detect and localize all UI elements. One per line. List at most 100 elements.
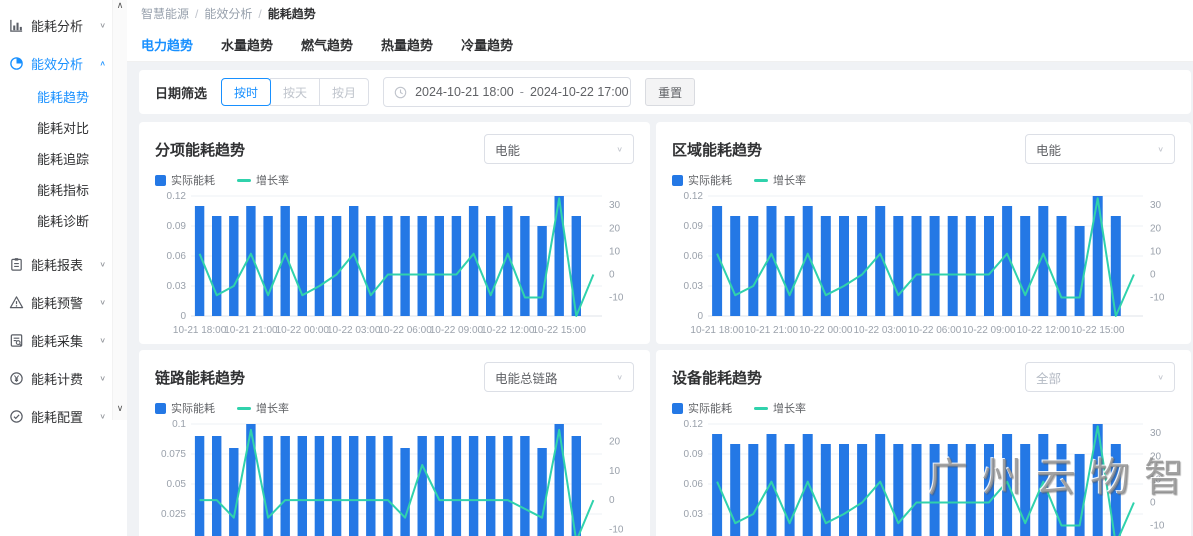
chart-svg: 00.0250.050.0750.120100-1010-21 18:0010-… bbox=[155, 418, 634, 536]
svg-text:0: 0 bbox=[697, 311, 703, 322]
legend-label: 实际能耗 bbox=[171, 400, 215, 416]
breadcrumb-separator: / bbox=[258, 7, 261, 21]
svg-text:10-21 21:00: 10-21 21:00 bbox=[224, 325, 278, 336]
svg-text:30: 30 bbox=[1150, 428, 1162, 439]
clock-icon bbox=[394, 86, 407, 99]
chart-select[interactable]: 电能总链路 ∨ bbox=[484, 362, 634, 392]
sidebar-scrollbar[interactable]: ∧ ∨ bbox=[112, 0, 127, 420]
date-start-value[interactable]: 2024-10-21 18:00 bbox=[415, 85, 514, 99]
chart-legend: 实际能耗 增长率 bbox=[672, 172, 1175, 188]
sidebar-item-efficiency-analysis[interactable]: 能效分析 ∧ bbox=[0, 44, 112, 82]
chart-select[interactable]: 电能 ∨ bbox=[1025, 134, 1175, 164]
date-end-value[interactable]: 2024-10-22 17:00 bbox=[530, 85, 629, 99]
svg-text:0: 0 bbox=[609, 495, 615, 506]
tab-gas-trend[interactable]: 燃气趋势 bbox=[301, 31, 353, 58]
date-filter-label: 日期筛选 bbox=[155, 83, 207, 102]
chart-canvas-link: 00.0250.050.0750.120100-1010-21 18:0010-… bbox=[155, 418, 634, 536]
legend-label: 实际能耗 bbox=[688, 172, 732, 188]
sidebar-item-energy-billing[interactable]: 能耗计费 ∨ bbox=[0, 359, 112, 397]
chevron-down-icon: ∨ bbox=[99, 412, 106, 421]
svg-text:10-22 03:00: 10-22 03:00 bbox=[327, 325, 381, 336]
svg-text:30: 30 bbox=[1150, 200, 1162, 211]
svg-text:0.03: 0.03 bbox=[167, 281, 187, 292]
collect-icon bbox=[8, 332, 24, 348]
legend-bar-swatch bbox=[155, 403, 166, 414]
legend-bar-swatch bbox=[672, 175, 683, 186]
mode-by-hour-button[interactable]: 按时 bbox=[221, 78, 271, 106]
sidebar-item-energy-compare[interactable]: 能耗对比 bbox=[0, 113, 112, 144]
legend-item-actual[interactable]: 实际能耗 bbox=[672, 172, 732, 188]
tab-cooling-trend[interactable]: 冷量趋势 bbox=[461, 31, 513, 58]
svg-text:0.03: 0.03 bbox=[684, 509, 704, 520]
chart-select-value: 全部 bbox=[1036, 368, 1061, 387]
sidebar-item-energy-report[interactable]: 能耗报表 ∨ bbox=[0, 245, 112, 283]
chart-select-value: 电能 bbox=[1036, 140, 1061, 159]
chart-canvas-device: 00.030.060.090.123020100-1010-21 18:0010… bbox=[672, 418, 1175, 536]
legend-item-growth[interactable]: 增长率 bbox=[754, 400, 806, 416]
svg-text:10-22 15:00: 10-22 15:00 bbox=[533, 325, 587, 336]
chart-title: 链路能耗趋势 bbox=[155, 367, 245, 388]
svg-text:0: 0 bbox=[1150, 498, 1156, 509]
chevron-down-icon: ∨ bbox=[99, 374, 106, 383]
svg-text:0.12: 0.12 bbox=[684, 191, 704, 202]
legend-item-growth[interactable]: 增长率 bbox=[754, 172, 806, 188]
svg-text:20: 20 bbox=[1150, 451, 1162, 462]
mode-by-day-button[interactable]: 按天 bbox=[270, 78, 320, 106]
main-content: 智慧能源 / 能效分析 / 能耗趋势 电力趋势 水量趋势 燃气趋势 热量趋势 冷… bbox=[127, 0, 1193, 536]
tab-heat-trend[interactable]: 热量趋势 bbox=[381, 31, 433, 58]
scroll-up-icon[interactable]: ∧ bbox=[113, 0, 127, 11]
chart-panel-link: 链路能耗趋势 电能总链路 ∨ 实际能耗 增长率 00.0250.050.0750… bbox=[139, 350, 650, 536]
svg-text:0.12: 0.12 bbox=[684, 419, 704, 430]
svg-text:10-22 00:00: 10-22 00:00 bbox=[276, 325, 330, 336]
sidebar-item-energy-trend[interactable]: 能耗趋势 bbox=[0, 82, 112, 113]
sidebar-item-energy-collect[interactable]: 能耗采集 ∨ bbox=[0, 321, 112, 359]
sidebar-item-energy-diagnosis[interactable]: 能耗诊断 bbox=[0, 206, 112, 237]
svg-text:10-22 12:00: 10-22 12:00 bbox=[481, 325, 535, 336]
chart-select-value: 电能 bbox=[495, 140, 520, 159]
sidebar-item-energy-indicator[interactable]: 能耗指标 bbox=[0, 175, 112, 206]
chart-panel-region: 区域能耗趋势 电能 ∨ 实际能耗 增长率 00.030.060.090.1230… bbox=[656, 122, 1191, 344]
mode-by-month-button[interactable]: 按月 bbox=[319, 78, 369, 106]
svg-text:10-22 03:00: 10-22 03:00 bbox=[854, 325, 908, 336]
legend-item-growth[interactable]: 增长率 bbox=[237, 172, 289, 188]
page-content: 日期筛选 按时 按天 按月 2024-10-21 18:00 - 2024-10… bbox=[127, 62, 1193, 536]
date-range-input[interactable]: 2024-10-21 18:00 - 2024-10-22 17:00 bbox=[383, 77, 631, 107]
sidebar-item-energy-analysis[interactable]: 能耗分析 ∨ bbox=[0, 6, 112, 44]
breadcrumb-item[interactable]: 能效分析 bbox=[204, 5, 252, 22]
sidebar-item-energy-warning[interactable]: 能耗预警 ∨ bbox=[0, 283, 112, 321]
breadcrumb-separator: / bbox=[195, 7, 198, 21]
legend-item-actual[interactable]: 实际能耗 bbox=[155, 172, 215, 188]
chart-title: 设备能耗趋势 bbox=[672, 367, 762, 388]
svg-text:10-22 06:00: 10-22 06:00 bbox=[378, 325, 432, 336]
sidebar-item-energy-trace[interactable]: 能耗追踪 bbox=[0, 144, 112, 175]
svg-text:0.09: 0.09 bbox=[167, 221, 187, 232]
svg-text:10-22 15:00: 10-22 15:00 bbox=[1071, 325, 1125, 336]
tab-water-trend[interactable]: 水量趋势 bbox=[221, 31, 273, 58]
chevron-down-icon: ∨ bbox=[1157, 373, 1164, 382]
sidebar-item-energy-config[interactable]: 能耗配置 ∨ bbox=[0, 397, 112, 435]
tab-electric-trend[interactable]: 电力趋势 bbox=[141, 31, 193, 58]
svg-text:0.09: 0.09 bbox=[684, 221, 704, 232]
svg-text:0.05: 0.05 bbox=[167, 479, 187, 490]
legend-label: 实际能耗 bbox=[688, 400, 732, 416]
scroll-down-icon[interactable]: ∨ bbox=[113, 403, 127, 414]
chevron-up-icon: ∧ bbox=[99, 59, 106, 68]
legend-item-actual[interactable]: 实际能耗 bbox=[155, 400, 215, 416]
legend-line-swatch bbox=[754, 407, 768, 410]
svg-text:0.1: 0.1 bbox=[172, 419, 186, 430]
chevron-down-icon: ∨ bbox=[99, 21, 106, 30]
sidebar-submenu: 能耗趋势 能耗对比 能耗追踪 能耗指标 能耗诊断 bbox=[0, 82, 112, 237]
legend-bar-swatch bbox=[672, 403, 683, 414]
legend-item-growth[interactable]: 增长率 bbox=[237, 400, 289, 416]
chart-select[interactable]: 全部 ∨ bbox=[1025, 362, 1175, 392]
svg-text:0.06: 0.06 bbox=[684, 479, 704, 490]
chart-panel-device: 设备能耗趋势 全部 ∨ 实际能耗 增长率 00.030.060.090.1230… bbox=[656, 350, 1191, 536]
svg-text:10-22 06:00: 10-22 06:00 bbox=[908, 325, 962, 336]
svg-text:0: 0 bbox=[609, 270, 615, 281]
legend-item-actual[interactable]: 实际能耗 bbox=[672, 400, 732, 416]
breadcrumb-item[interactable]: 智慧能源 bbox=[141, 5, 189, 22]
chart-select[interactable]: 电能 ∨ bbox=[484, 134, 634, 164]
reset-button[interactable]: 重置 bbox=[645, 78, 695, 106]
chart-canvas-subitem: 00.030.060.090.123020100-1010-21 18:0010… bbox=[155, 190, 634, 340]
chart-canvas-region: 00.030.060.090.123020100-1010-21 18:0010… bbox=[672, 190, 1175, 340]
